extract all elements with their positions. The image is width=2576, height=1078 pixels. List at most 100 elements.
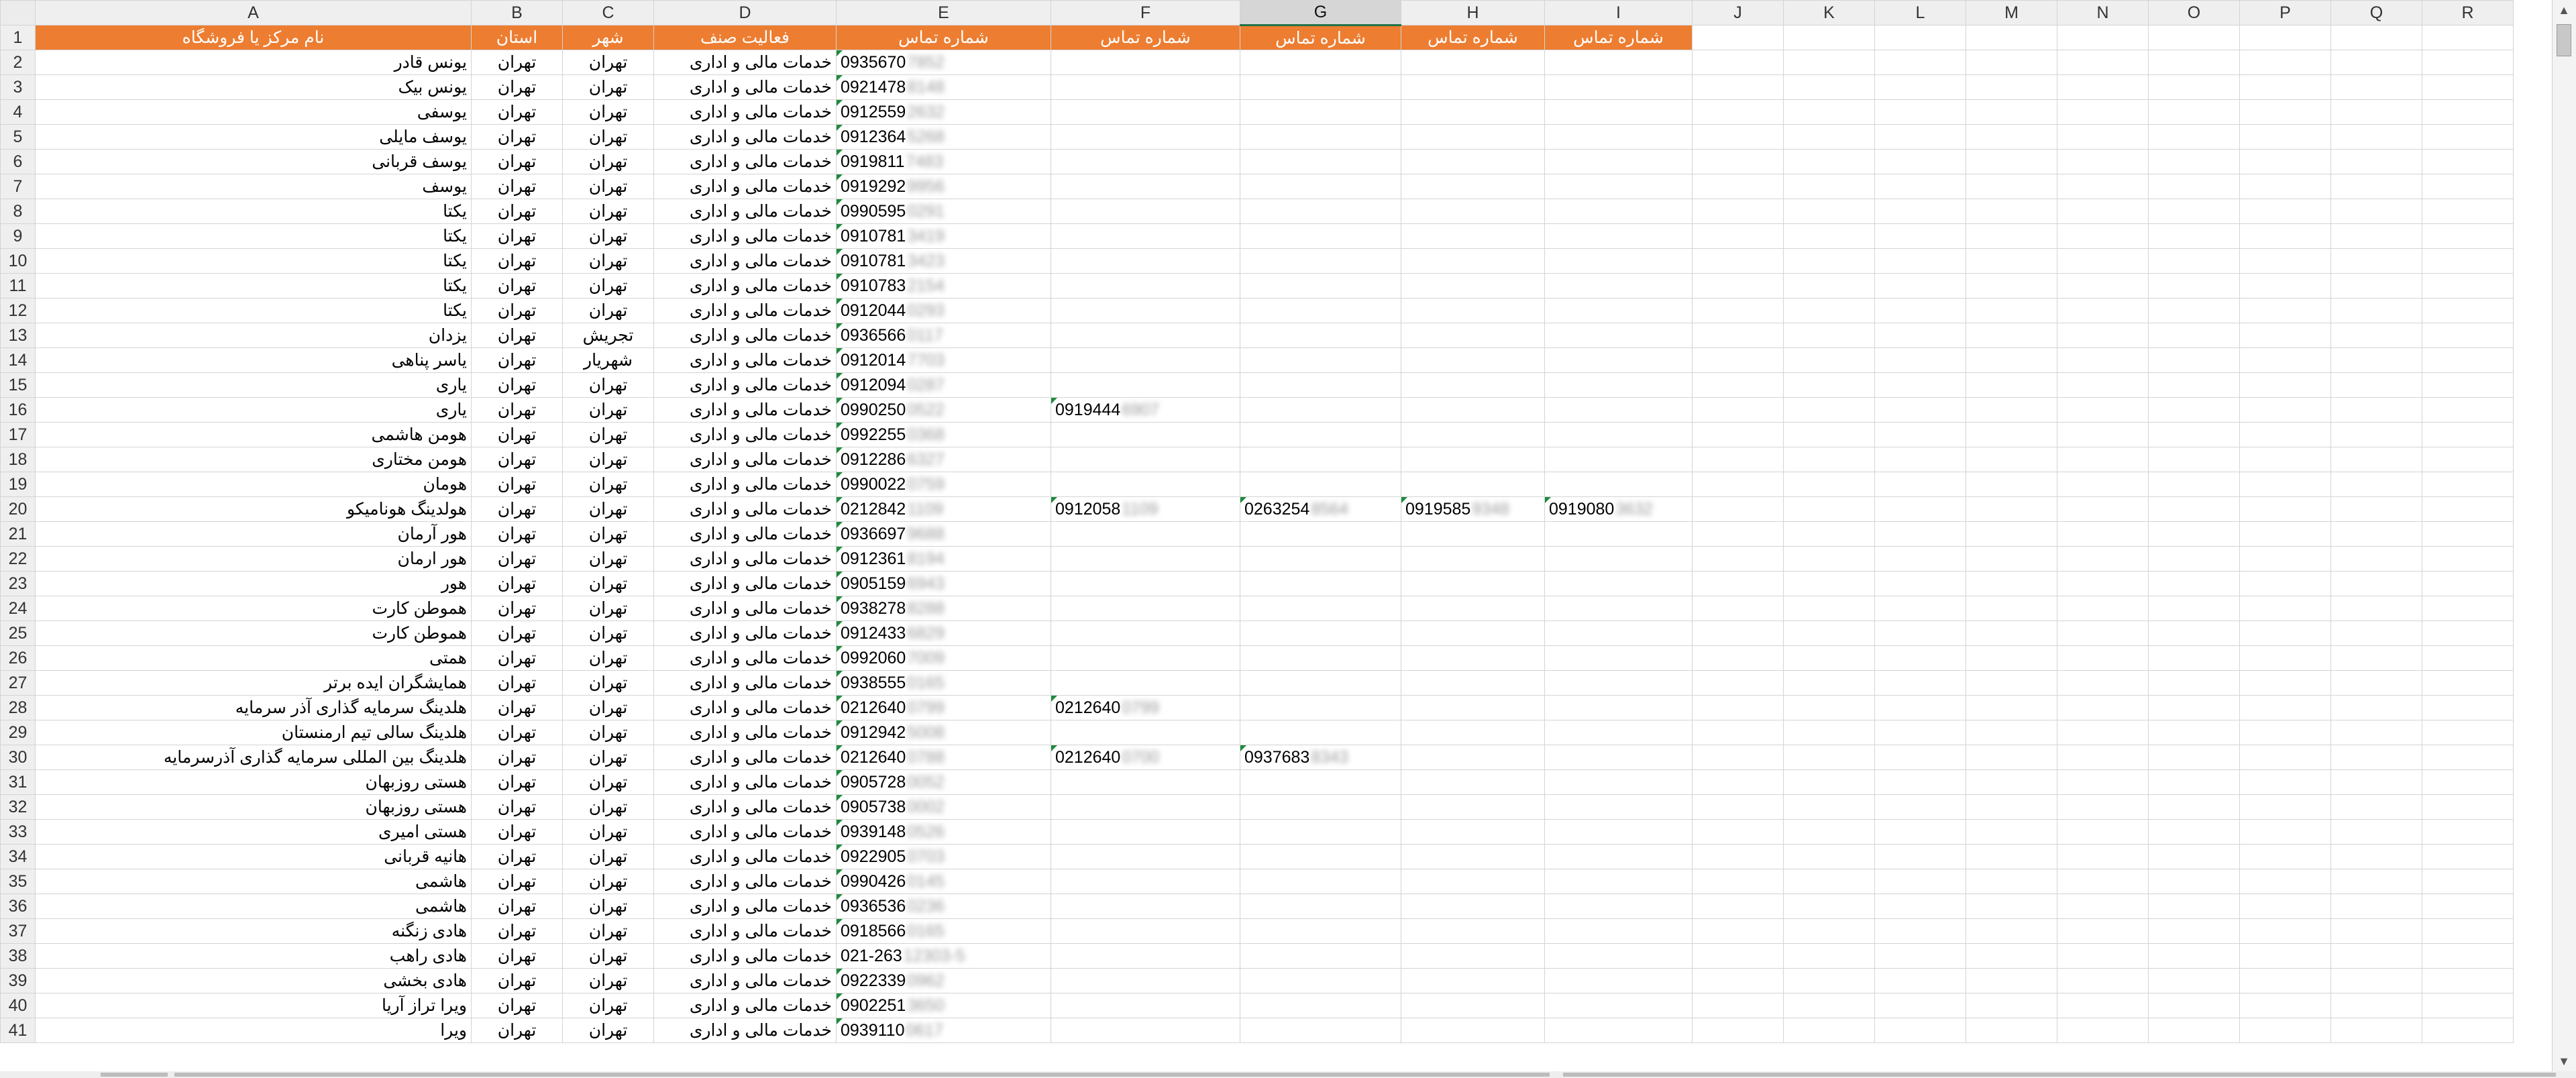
store-name-cell[interactable]: یکتا (35, 273, 472, 299)
empty-cell[interactable] (2239, 1018, 2331, 1043)
phone-cell[interactable] (1544, 918, 1693, 944)
phone-cell[interactable]: 09376838343 (1240, 745, 1401, 770)
activity-cell[interactable]: خدمات مالی و اداری (653, 894, 837, 919)
empty-cell[interactable] (2422, 496, 2514, 522)
row-number[interactable]: 35 (0, 869, 36, 894)
empty-cell[interactable] (2330, 769, 2422, 795)
empty-cell[interactable] (2148, 869, 2240, 894)
empty-cell[interactable] (2330, 74, 2422, 100)
phone-cell[interactable]: 09391480526 (836, 819, 1051, 845)
empty-cell[interactable] (1874, 496, 1966, 522)
phone-cell[interactable] (1544, 993, 1693, 1018)
empty-cell[interactable] (2239, 645, 2331, 671)
phone-cell[interactable] (1544, 968, 1693, 993)
row-number[interactable]: 29 (0, 720, 36, 745)
phone-cell[interactable] (1051, 943, 1240, 969)
empty-cell[interactable] (1692, 50, 1784, 75)
city-cell[interactable]: تجریش (562, 323, 654, 348)
phone-cell[interactable] (1240, 596, 1401, 621)
store-name-cell[interactable]: هادی زنگنه (35, 918, 472, 944)
phone-cell[interactable] (1051, 248, 1240, 274)
empty-cell[interactable] (1874, 1018, 1966, 1043)
empty-cell[interactable] (1874, 74, 1966, 100)
phone-cell[interactable] (1240, 149, 1401, 174)
empty-cell[interactable] (2330, 1018, 2422, 1043)
empty-cell[interactable] (1874, 596, 1966, 621)
phone-cell[interactable] (1240, 422, 1401, 447)
phone-cell[interactable] (1401, 918, 1545, 944)
empty-cell[interactable] (1874, 223, 1966, 249)
province-cell[interactable]: تهران (471, 199, 563, 224)
row-number[interactable]: 41 (0, 1018, 36, 1043)
empty-cell[interactable] (1783, 273, 1875, 299)
empty-cell[interactable] (1966, 621, 2057, 646)
phone-cell[interactable]: 09120940287 (836, 372, 1051, 398)
phone-cell[interactable] (1240, 199, 1401, 224)
empty-cell[interactable] (1874, 769, 1966, 795)
row-number[interactable]: 11 (0, 273, 36, 299)
empty-cell[interactable] (1783, 50, 1875, 75)
city-cell[interactable]: تهران (562, 496, 654, 522)
empty-cell[interactable] (1966, 745, 2057, 770)
empty-cell[interactable] (1692, 124, 1784, 150)
empty-cell[interactable] (1966, 149, 2057, 174)
empty-cell[interactable] (2330, 645, 2422, 671)
empty-cell[interactable] (2057, 447, 2149, 472)
empty-cell[interactable] (1966, 273, 2057, 299)
activity-cell[interactable]: خدمات مالی و اداری (653, 174, 837, 199)
city-cell[interactable]: تهران (562, 1018, 654, 1043)
empty-cell[interactable] (1783, 794, 1875, 820)
empty-cell[interactable] (2148, 670, 2240, 696)
phone-cell[interactable] (1401, 273, 1545, 299)
city-cell[interactable]: تهران (562, 794, 654, 820)
phone-cell[interactable] (1544, 670, 1693, 696)
empty-cell[interactable] (1966, 199, 2057, 224)
phone-cell[interactable] (1544, 99, 1693, 125)
empty-cell[interactable] (1874, 124, 1966, 150)
empty-cell[interactable] (2148, 993, 2240, 1018)
empty-cell[interactable] (1692, 869, 1784, 894)
empty-cell[interactable] (2239, 248, 2331, 274)
phone-cell[interactable] (1401, 298, 1545, 323)
city-cell[interactable]: تهران (562, 769, 654, 795)
empty-cell[interactable] (2330, 397, 2422, 423)
phone-cell[interactable] (1051, 273, 1240, 299)
empty-cell[interactable] (2057, 397, 2149, 423)
phone-cell[interactable] (1544, 74, 1693, 100)
city-cell[interactable]: تهران (562, 248, 654, 274)
phone-cell[interactable] (1240, 248, 1401, 274)
empty-cell[interactable] (1783, 869, 1875, 894)
empty-cell[interactable] (1692, 794, 1784, 820)
empty-cell[interactable] (1966, 50, 2057, 75)
phone-cell[interactable] (1051, 422, 1240, 447)
phone-cell[interactable] (1240, 50, 1401, 75)
phone-cell[interactable] (1401, 819, 1545, 845)
city-cell[interactable]: تهران (562, 993, 654, 1018)
activity-cell[interactable]: خدمات مالی و اداری (653, 943, 837, 969)
phone-cell[interactable] (1051, 596, 1240, 621)
phone-cell[interactable] (1240, 174, 1401, 199)
phone-cell[interactable] (1401, 50, 1545, 75)
empty-cell[interactable] (2148, 372, 2240, 398)
column-header-n[interactable]: N (2057, 0, 2149, 25)
phone-cell[interactable] (1544, 447, 1693, 472)
empty-cell[interactable] (1783, 1018, 1875, 1043)
phone-cell[interactable] (1051, 472, 1240, 497)
store-name-cell[interactable]: یاری (35, 397, 472, 423)
phone-cell[interactable] (1051, 844, 1240, 869)
province-cell[interactable]: تهران (471, 968, 563, 993)
phone-cell[interactable]: 09382788288 (836, 596, 1051, 621)
empty-cell[interactable] (2057, 472, 2149, 497)
province-cell[interactable]: تهران (471, 621, 563, 646)
empty-cell[interactable] (1692, 769, 1784, 795)
empty-cell[interactable] (1966, 546, 2057, 572)
phone-cell[interactable]: 09214788148 (836, 74, 1051, 100)
phone-cell[interactable] (1401, 223, 1545, 249)
empty-cell[interactable] (2239, 546, 2331, 572)
row-number[interactable]: 20 (0, 496, 36, 522)
phone-cell[interactable] (1240, 298, 1401, 323)
phone-cell[interactable] (1544, 546, 1693, 572)
empty-cell[interactable] (1692, 223, 1784, 249)
empty-cell[interactable] (2148, 248, 2240, 274)
city-cell[interactable]: تهران (562, 472, 654, 497)
